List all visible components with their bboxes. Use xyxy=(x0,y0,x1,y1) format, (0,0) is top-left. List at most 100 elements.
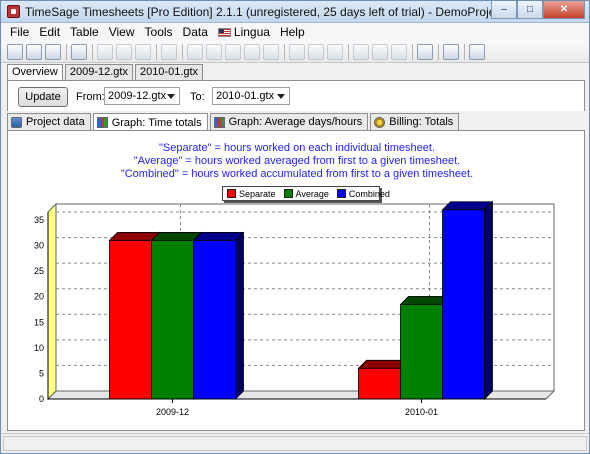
chevron-down-icon xyxy=(277,94,285,99)
close-button[interactable]: ✕ xyxy=(543,1,585,19)
move-row-icon[interactable] xyxy=(263,43,279,60)
menu-view[interactable]: View xyxy=(104,23,140,41)
window-controls: – □ ✕ xyxy=(491,1,585,20)
from-select-value: 2009-12.gtx xyxy=(108,90,167,102)
tab-label: Graph: Average days/hours xyxy=(228,116,363,128)
insert-column-icon[interactable] xyxy=(289,43,305,60)
stop-icon[interactable] xyxy=(417,43,433,60)
bar xyxy=(358,367,401,400)
from-select[interactable]: 2009-12.gtx xyxy=(104,87,180,105)
y-tick-label: 10 xyxy=(34,343,44,353)
bar-side xyxy=(235,231,244,400)
view-tabs: Project data Graph: Time totals Graph: A… xyxy=(7,113,461,131)
tab-graph-average[interactable]: Graph: Average days/hours xyxy=(209,113,369,130)
bar xyxy=(442,209,485,400)
from-label: From: xyxy=(76,91,105,103)
bar xyxy=(109,240,152,400)
bar xyxy=(193,240,236,400)
globe-icon[interactable] xyxy=(391,43,407,60)
menu-data[interactable]: Data xyxy=(178,23,213,41)
bar-chart-icon xyxy=(213,116,225,128)
tab-graph-time-totals[interactable]: Graph: Time totals xyxy=(92,113,208,131)
toolbar-separator xyxy=(156,43,157,60)
minimize-button[interactable]: – xyxy=(491,1,517,19)
flame-icon[interactable] xyxy=(469,43,485,60)
menu-table[interactable]: Table xyxy=(65,23,104,41)
app-window: TimeSage Timesheets [Pro Edition] 2.1.1 … xyxy=(0,0,590,454)
undo-icon[interactable] xyxy=(161,43,177,60)
tab-billing-totals[interactable]: Billing: Totals xyxy=(370,113,460,130)
y-tick-label: 20 xyxy=(34,292,44,302)
window-title: TimeSage Timesheets [Pro Edition] 2.1.1 … xyxy=(25,5,525,19)
menu-bar: File Edit Table View Tools Data Lingua H… xyxy=(1,23,589,41)
toolbar-separator xyxy=(284,43,285,60)
settings-icon[interactable] xyxy=(372,43,388,60)
tab-label: Graph: Time totals xyxy=(111,116,202,129)
paste-icon[interactable] xyxy=(135,43,151,60)
menu-edit[interactable]: Edit xyxy=(34,23,65,41)
title-bar[interactable]: TimeSage Timesheets [Pro Edition] 2.1.1 … xyxy=(1,1,589,23)
y-tick-label: 25 xyxy=(34,266,44,276)
bar-top xyxy=(441,201,494,211)
tab-2009-12[interactable]: 2009-12.gtx xyxy=(64,64,133,80)
status-panel xyxy=(3,436,587,451)
menu-tools[interactable]: Tools xyxy=(140,23,178,41)
y-tick-label: 0 xyxy=(39,394,44,404)
y-tick-label: 5 xyxy=(39,368,44,378)
tab-project-data[interactable]: Project data xyxy=(7,113,91,130)
tab-overview[interactable]: Overview xyxy=(7,64,63,80)
menu-lingua[interactable]: Lingua xyxy=(213,23,275,41)
open-folder-icon[interactable] xyxy=(26,43,42,60)
coins-icon xyxy=(374,116,386,128)
find-next-icon[interactable] xyxy=(206,43,222,60)
insert-row-icon[interactable] xyxy=(225,43,241,60)
edit-icon[interactable] xyxy=(353,43,369,60)
y-tick-label: 30 xyxy=(34,241,44,251)
tab-label: Billing: Totals xyxy=(389,116,454,128)
copy-icon[interactable] xyxy=(116,43,132,60)
toolbar-separator xyxy=(66,43,67,60)
menu-file[interactable]: File xyxy=(5,23,34,41)
plot-side-wall xyxy=(47,202,57,401)
menu-help[interactable]: Help xyxy=(275,23,310,41)
chevron-down-icon xyxy=(167,94,175,99)
toolbar-separator xyxy=(464,43,465,60)
bar-top xyxy=(192,232,245,241)
bar-side xyxy=(484,200,493,400)
toolbar xyxy=(1,41,589,63)
x-tick-label: 2009-12 xyxy=(156,407,189,417)
tab-2010-01[interactable]: 2010-01.gtx xyxy=(134,64,204,80)
toolbar-separator xyxy=(92,43,93,60)
range-controls: Update From: 2009-12.gtx To: 2010-01.gtx xyxy=(7,81,585,111)
cut-icon[interactable] xyxy=(97,43,113,60)
x-tick-label: 2010-01 xyxy=(405,407,438,417)
print-icon[interactable] xyxy=(71,43,87,60)
app-icon xyxy=(7,5,20,18)
time-totals-chart: 0 5 10 15 20 25 30 35 2009-12 2010-01 xyxy=(34,200,556,417)
bar xyxy=(151,240,194,400)
help-icon[interactable] xyxy=(443,43,459,60)
update-button[interactable]: Update xyxy=(18,87,68,107)
delete-column-icon[interactable] xyxy=(308,43,324,60)
move-column-icon[interactable] xyxy=(327,43,343,60)
bar-top xyxy=(108,232,161,241)
save-icon[interactable] xyxy=(45,43,61,60)
status-bar xyxy=(1,433,589,453)
delete-row-icon[interactable] xyxy=(244,43,260,60)
document-tabs: Overview 2009-12.gtx 2010-01.gtx xyxy=(7,64,205,80)
maximize-button[interactable]: □ xyxy=(517,1,543,19)
to-label: To: xyxy=(190,91,205,103)
project-data-icon xyxy=(11,116,22,128)
to-select-value: 2010-01.gtx xyxy=(216,90,275,102)
toolbar-separator xyxy=(182,43,183,60)
tab-label: Project data xyxy=(26,116,85,128)
toolbar-separator xyxy=(412,43,413,60)
flag-icon xyxy=(217,28,231,37)
bar-top xyxy=(150,232,203,241)
new-file-icon[interactable] xyxy=(7,43,23,60)
toolbar-separator xyxy=(438,43,439,60)
graph-panel: "Separate" = hours worked on each indivi… xyxy=(7,130,585,431)
find-icon[interactable] xyxy=(187,43,203,60)
to-select[interactable]: 2010-01.gtx xyxy=(212,87,290,105)
y-tick-label: 35 xyxy=(34,215,44,225)
